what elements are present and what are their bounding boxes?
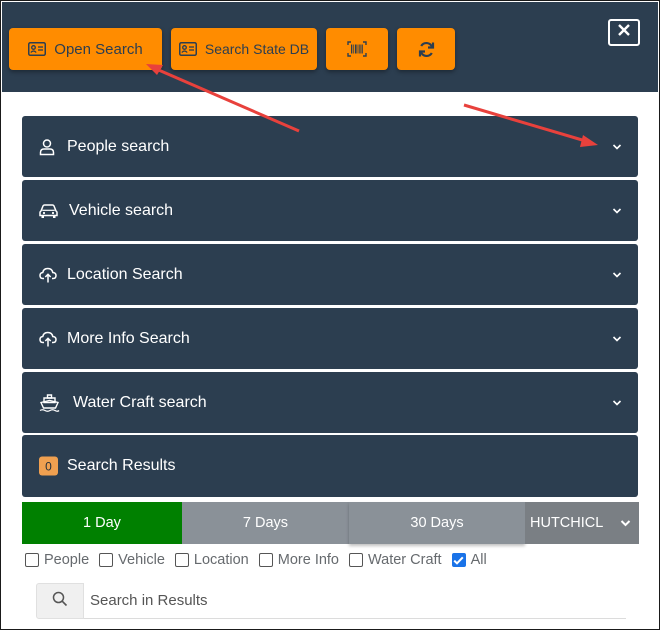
car-icon <box>39 203 58 218</box>
search-results-header: 0 Search Results <box>22 435 638 497</box>
user-select-value: HUTCHICL <box>530 515 604 531</box>
filter-all-checkbox[interactable] <box>451 553 466 567</box>
results-search-bar <box>36 583 626 619</box>
vehicle-search-panel[interactable]: Vehicle search <box>22 180 638 241</box>
filter-all-label: All <box>470 552 487 568</box>
chevron-down-icon <box>612 207 622 214</box>
id-card-icon <box>28 42 47 56</box>
close-icon <box>617 23 631 42</box>
vehicle-search-title: Vehicle search <box>69 201 174 219</box>
search-results-title: Search Results <box>67 457 176 474</box>
filter-vehicle-checkbox[interactable] <box>99 553 114 567</box>
close-button[interactable] <box>608 19 640 46</box>
id-card-icon <box>178 42 197 56</box>
more-info-search-title: More Info Search <box>67 329 190 347</box>
filter-water-craft[interactable]: Water Craft <box>349 552 442 568</box>
checkmark-icon <box>453 556 464 565</box>
results-count-badge: 0 <box>39 456 58 476</box>
chevron-down-icon <box>612 271 622 278</box>
cloud-upload-icon <box>39 330 57 347</box>
person-icon <box>39 138 55 155</box>
water-craft-search-title: Water Craft search <box>73 393 207 411</box>
refresh-icon <box>418 41 435 58</box>
chevron-down-icon <box>612 335 622 342</box>
chevron-down-icon <box>612 143 622 150</box>
result-type-filters: People Vehicle Location More Info Water … <box>25 551 497 569</box>
filter-more-info-label: More Info <box>277 552 339 568</box>
location-search-title: Location Search <box>67 265 183 283</box>
chevron-down-icon <box>620 520 631 527</box>
barcode-icon <box>347 41 367 57</box>
search-dialog: Open Search Search State DB People searc… <box>0 0 660 630</box>
refresh-button[interactable] <box>397 28 455 70</box>
filter-vehicle[interactable]: Vehicle <box>99 552 165 568</box>
filter-people-checkbox[interactable] <box>25 553 39 567</box>
range-7-days-button[interactable]: 7 Days <box>182 502 349 544</box>
search-results-input[interactable] <box>84 583 626 619</box>
filter-all[interactable]: All <box>451 552 487 568</box>
search-button[interactable] <box>36 583 84 619</box>
search-state-db-label: Search State DB <box>204 41 310 57</box>
open-search-button[interactable]: Open Search <box>9 28 162 70</box>
filter-more-info[interactable]: More Info <box>258 552 339 568</box>
user-select-dropdown[interactable]: HUTCHICL <box>525 502 639 544</box>
filter-people[interactable]: People <box>25 552 89 568</box>
filter-location-checkbox[interactable] <box>174 553 189 567</box>
range-30-days-button[interactable]: 30 Days <box>349 502 525 544</box>
filter-people-label: People <box>44 552 90 568</box>
filter-water-craft-label: Water Craft <box>368 552 442 568</box>
cloud-upload-icon <box>39 266 57 283</box>
open-search-label: Open Search <box>54 40 143 58</box>
chevron-down-icon <box>612 399 622 406</box>
filter-location-label: Location <box>193 552 249 568</box>
filter-vehicle-label: Vehicle <box>118 552 165 568</box>
search-state-db-button[interactable]: Search State DB <box>171 28 317 70</box>
more-info-search-panel[interactable]: More Info Search <box>22 308 638 369</box>
filter-location[interactable]: Location <box>174 552 249 568</box>
people-search-title: People search <box>67 137 170 155</box>
water-craft-search-panel[interactable]: Water Craft search <box>22 372 638 433</box>
filter-water-craft-checkbox[interactable] <box>349 553 363 567</box>
range-1-day-button[interactable]: 1 Day <box>22 502 182 544</box>
barcode-button[interactable] <box>326 28 388 70</box>
filter-more-info-checkbox[interactable] <box>258 553 273 567</box>
location-search-panel[interactable]: Location Search <box>22 244 638 305</box>
people-search-panel[interactable]: People search <box>22 116 638 177</box>
toolbar: Open Search Search State DB <box>2 2 658 92</box>
ship-icon <box>39 393 60 412</box>
search-icon <box>52 591 68 612</box>
